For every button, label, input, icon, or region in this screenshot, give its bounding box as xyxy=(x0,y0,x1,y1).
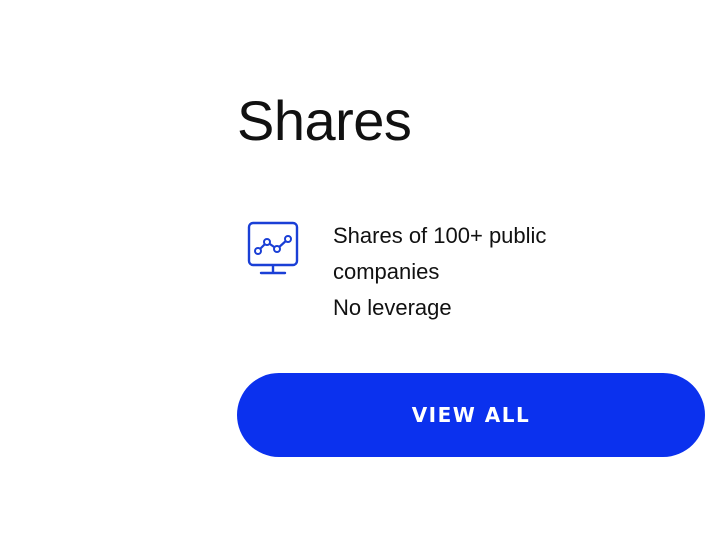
feature-line-public-companies: Shares of 100+ public companies xyxy=(333,223,547,284)
feature-line-no-leverage: No leverage xyxy=(333,295,452,320)
section-title: Shares xyxy=(237,89,412,152)
view-all-button[interactable]: VIEW ALL xyxy=(237,373,705,457)
chart-monitor-icon xyxy=(247,221,301,277)
feature-description: Shares of 100+ public companies No lever… xyxy=(333,218,593,326)
